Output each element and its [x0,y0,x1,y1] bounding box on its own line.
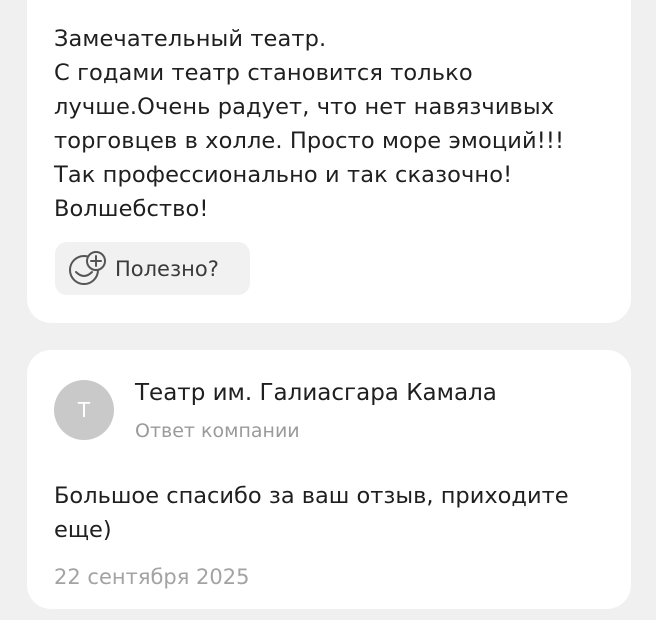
company-reply-label: Ответ компании [135,420,300,442]
smile-plus-icon [67,250,107,287]
review-card: Замечательный театр. С годами театр стан… [27,0,631,323]
reply-date: 22 сентября 2025 [54,565,250,589]
avatar[interactable]: Т [54,380,114,440]
company-name[interactable]: Театр им. Галиасгара Камала [135,380,497,406]
helpful-label: Полезно? [115,256,219,281]
company-reply-card: Т Театр им. Галиасгара Камала Ответ комп… [27,350,631,609]
helpful-button[interactable]: Полезно? [55,242,250,295]
reply-text: Большое спасибо за ваш отзыв, приходите … [54,483,569,543]
review-text: Замечательный театр. С годами театр стан… [54,26,565,222]
avatar-letter: Т [77,398,91,422]
